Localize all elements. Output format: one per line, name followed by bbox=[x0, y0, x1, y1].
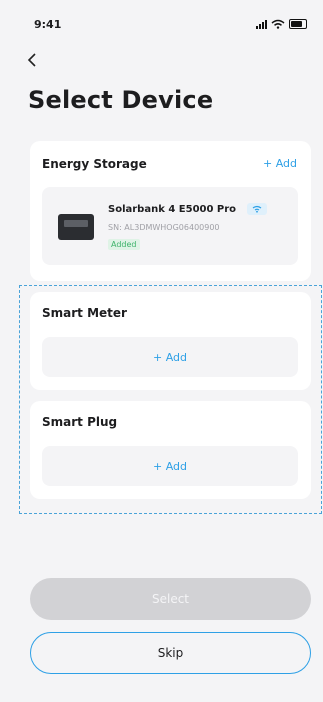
solarbank-device-image bbox=[58, 214, 94, 240]
device-name: Solarbank 4 E5000 Pro bbox=[108, 204, 237, 215]
energy-storage-title: Energy Storage bbox=[42, 157, 147, 171]
status-time: 9:41 bbox=[34, 18, 62, 31]
skip-button[interactable]: Skip bbox=[30, 632, 311, 674]
wifi-icon bbox=[252, 205, 262, 213]
select-button[interactable]: Select bbox=[30, 578, 311, 620]
highlight-dashed-box bbox=[19, 285, 322, 514]
signal-icon bbox=[256, 19, 267, 29]
added-status-badge: Added bbox=[108, 239, 140, 250]
wifi-icon bbox=[271, 19, 285, 29]
status-bar: 9:41 bbox=[0, 18, 323, 34]
wifi-badge bbox=[247, 203, 267, 215]
back-button[interactable] bbox=[24, 50, 42, 70]
energy-storage-add-button[interactable]: + Add bbox=[263, 157, 297, 170]
device-serial-number: SN: AL3DMWHOG06400900 bbox=[108, 223, 220, 232]
energy-storage-card: Energy Storage + Add Solarbank 4 E5000 P… bbox=[30, 141, 311, 281]
page-title: Select Device bbox=[28, 86, 214, 114]
battery-icon bbox=[289, 19, 307, 29]
status-icons bbox=[256, 19, 307, 29]
device-item[interactable]: Solarbank 4 E5000 Pro SN: AL3DMWHOG06400… bbox=[42, 187, 298, 265]
